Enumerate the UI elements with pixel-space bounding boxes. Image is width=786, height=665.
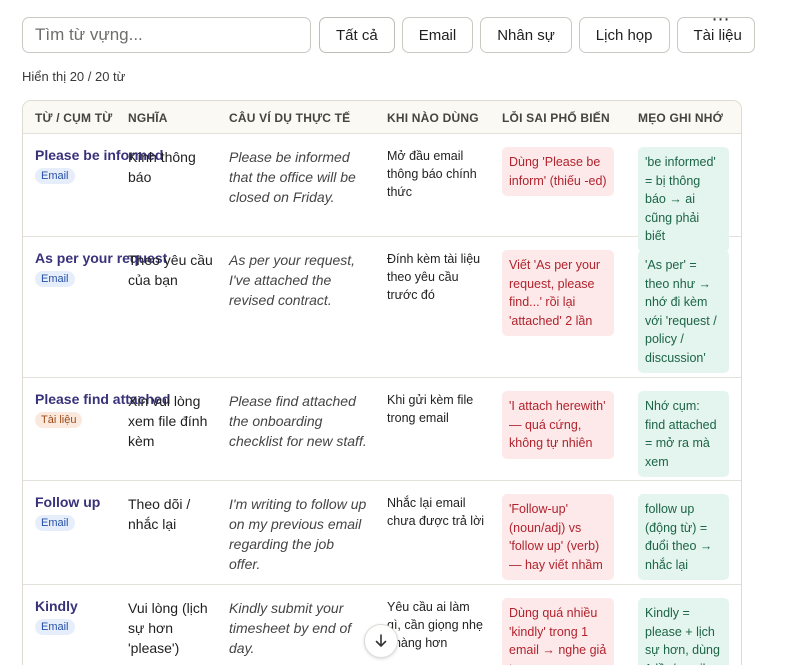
filter-all-button[interactable]: Tất cả bbox=[319, 17, 395, 53]
example-cell: I'm writing to follow up on my previous … bbox=[229, 496, 367, 572]
meaning-cell: Xin vui lòng xem file đính kèm bbox=[128, 393, 208, 449]
when-cell: Mở đầu email thông báo chính thức bbox=[387, 149, 477, 199]
scroll-down-button[interactable] bbox=[364, 624, 398, 658]
example-cell: Please find attached the onboarding chec… bbox=[229, 393, 367, 449]
category-badge: Email bbox=[35, 271, 75, 287]
table-row[interactable]: As per your request Email Theo yêu cầu c… bbox=[23, 237, 741, 378]
meaning-cell: Theo dõi / nhắc lại bbox=[128, 496, 191, 532]
column-header-tip[interactable]: MẸO GHI NHỚ bbox=[638, 111, 723, 125]
when-cell: Nhắc lại email chưa được trả lời bbox=[387, 496, 485, 528]
column-header-example[interactable]: CÂU VÍ DỤ THỰC TẾ bbox=[229, 111, 350, 125]
column-header-meaning[interactable]: NGHĨA bbox=[128, 111, 168, 125]
category-badge: Tài liệu bbox=[35, 412, 83, 428]
mistake-cell: 'Follow-up' (noun/adj) vs 'follow up' (v… bbox=[502, 494, 614, 580]
table-header: TỪ / CỤM TỪ NGHĨA CÂU VÍ DỤ THỰC TẾ KHI … bbox=[23, 101, 741, 134]
table-row[interactable]: Please be informed Email Kính thông báo … bbox=[23, 134, 741, 252]
when-cell: Khi gửi kèm file trong email bbox=[387, 393, 474, 425]
result-count: Hiển thị 20 / 20 từ bbox=[22, 69, 126, 84]
toolbar: Tất cả Email Nhân sự Lịch họp Tài liệu bbox=[22, 17, 755, 53]
example-cell: Please be informed that the office will … bbox=[229, 149, 356, 205]
mistake-cell: Viết 'As per your request, please find..… bbox=[502, 250, 614, 336]
when-cell: Yêu cầu ai làm gì, cần giọng nhẹ nhàng h… bbox=[387, 600, 483, 650]
search-input[interactable] bbox=[22, 17, 311, 53]
meaning-cell: Vui lòng (lịch sự hơn 'please') bbox=[128, 600, 208, 656]
when-cell: Đính kèm tài liệu theo yêu cầu trước đó bbox=[387, 252, 481, 302]
filter-hr-button[interactable]: Nhân sự bbox=[480, 17, 572, 53]
example-cell: As per your request, I've attached the r… bbox=[229, 252, 356, 308]
category-badge: Email bbox=[35, 168, 75, 184]
tip-cell: Kindly = please + lịch sự hơn, dùng 1 lầ… bbox=[638, 598, 729, 665]
filter-meeting-button[interactable]: Lịch họp bbox=[578, 17, 670, 53]
tip-cell: Nhớ cụm: find attached = mở ra mà xem bbox=[638, 391, 729, 477]
mistake-cell: 'I attach herewith' — quá cứng, không tự… bbox=[502, 391, 614, 459]
table-row[interactable]: Follow up Email Theo dõi / nhắc lại I'm … bbox=[23, 481, 741, 585]
category-badge: Email bbox=[35, 619, 75, 635]
column-header-mistake[interactable]: LỖI SAI PHỔ BIẾN bbox=[502, 111, 610, 125]
tip-cell: 'As per' = theo như → nhớ đi kèm với 're… bbox=[638, 250, 729, 373]
table-row[interactable]: Please find attached Tài liệu Xin vui lò… bbox=[23, 378, 741, 481]
tip-cell: follow up (động từ) = đuổi theo → nhắc l… bbox=[638, 494, 729, 580]
example-cell: Kindly submit your timesheet by end of d… bbox=[229, 600, 352, 656]
meaning-cell: Theo yêu cầu của bạn bbox=[128, 252, 213, 288]
mistake-cell: Dùng quá nhiều 'kindly' trong 1 email → … bbox=[502, 598, 614, 665]
column-header-when[interactable]: KHI NÀO DÙNG bbox=[387, 111, 479, 125]
filter-email-button[interactable]: Email bbox=[401, 17, 474, 53]
more-horizontal-icon[interactable]: ⋯ bbox=[710, 9, 732, 30]
column-header-term[interactable]: TỪ / CỤM TỪ bbox=[35, 111, 112, 125]
vocabulary-table: TỪ / CỤM TỪ NGHĨA CÂU VÍ DỤ THỰC TẾ KHI … bbox=[22, 100, 742, 665]
arrow-down-icon bbox=[375, 634, 387, 647]
category-badge: Email bbox=[35, 515, 75, 531]
tip-cell: 'be informed' = bị thông báo → ai cũng p… bbox=[638, 147, 729, 252]
meaning-cell: Kính thông báo bbox=[128, 149, 196, 185]
mistake-cell: Dùng 'Please be inform' (thiếu -ed) bbox=[502, 147, 614, 196]
